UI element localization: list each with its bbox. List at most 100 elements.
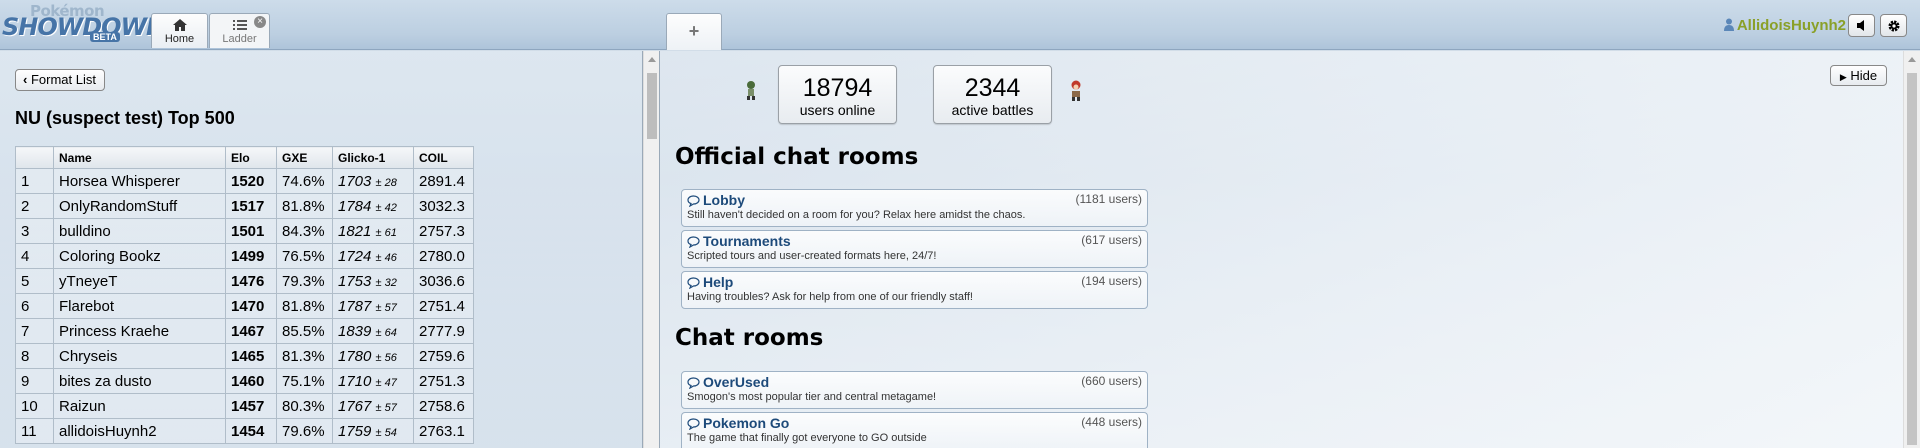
coil-cell: 2757.3 <box>413 218 474 244</box>
room-name: Lobby <box>687 192 1142 208</box>
room-overused[interactable]: OverUsed (660 users) Smogon's most popul… <box>681 371 1148 409</box>
elo-cell: 1501 <box>225 218 277 244</box>
col-glicko: Glicko-1 <box>332 146 414 169</box>
player-name-link[interactable]: Flarebot <box>53 293 226 319</box>
player-name-link[interactable]: allidoisHuynh2 <box>53 418 226 444</box>
scroll-thumb[interactable] <box>1907 73 1917 445</box>
room-name: OverUsed <box>687 374 1142 390</box>
caret-right-icon: ▶ <box>1839 72 1847 82</box>
glicko-cell: 1784 ± 42 <box>332 193 414 219</box>
room-user-count: (660 users) <box>1081 374 1142 388</box>
room-description: Scripted tours and user-created formats … <box>687 250 937 262</box>
chat-bubble-icon <box>687 195 700 208</box>
coil-cell: 2751.4 <box>413 293 474 319</box>
glicko-cell: 1780 ± 56 <box>332 343 414 369</box>
player-name-link[interactable]: bulldino <box>53 218 226 244</box>
room-name-label: Help <box>703 274 734 290</box>
official-rooms-heading: Official chat rooms <box>675 144 919 170</box>
elo-cell: 1476 <box>225 268 277 294</box>
room-name-label: OverUsed <box>703 374 770 390</box>
player-name-link[interactable]: yTneyeT <box>53 268 226 294</box>
player-name-link[interactable]: OnlyRandomStuff <box>53 193 226 219</box>
format-list-button[interactable]: ‹ Format List <box>15 69 105 91</box>
table-row: 9 bites za dusto 1460 75.1% 1710 ± 47 27… <box>15 368 474 394</box>
elo-cell: 1467 <box>225 318 277 344</box>
room-name-label: Lobby <box>703 192 745 208</box>
room-description: Smogon's most popular tier and central m… <box>687 391 937 403</box>
glicko-deviation: ± 57 <box>375 401 397 414</box>
active-battles-stat[interactable]: 2344 active battles <box>933 65 1052 124</box>
player-name-link[interactable]: Chryseis <box>53 343 226 369</box>
sound-button[interactable] <box>1848 14 1875 37</box>
elo-cell: 1457 <box>225 393 277 419</box>
player-name-link[interactable]: Raizun <box>53 393 226 419</box>
coil-cell: 2777.9 <box>413 318 474 344</box>
showdown-logo[interactable]: Pokémon SHOWDOWN BETA <box>2 2 166 46</box>
scroll-up-arrow[interactable] <box>648 57 656 62</box>
gxe-cell: 79.3% <box>276 268 333 294</box>
close-tab-icon[interactable]: × <box>254 16 266 28</box>
gxe-cell: 81.8% <box>276 293 333 319</box>
rank-cell: 9 <box>15 368 54 394</box>
user-icon <box>1723 18 1734 31</box>
gxe-cell: 74.6% <box>276 168 333 194</box>
glicko-value: 1780 <box>338 347 372 365</box>
rank-cell: 7 <box>15 318 54 344</box>
ladder-scrollbar[interactable] <box>643 51 659 448</box>
player-name-link[interactable]: Horsea Whisperer <box>53 168 226 194</box>
glicko-cell: 1767 ± 57 <box>332 393 414 419</box>
gear-icon <box>1888 20 1899 32</box>
player-name-link[interactable]: Princess Kraehe <box>53 318 226 344</box>
users-online-count: 18794 <box>802 74 873 102</box>
glicko-value: 1759 <box>338 422 372 440</box>
main-scrollbar[interactable] <box>1903 51 1920 448</box>
glicko-cell: 1753 ± 32 <box>332 268 414 294</box>
users-online-stat[interactable]: 18794 users online <box>778 65 897 124</box>
username-button[interactable]: AllidoisHuynh2 <box>1723 17 1846 34</box>
tab-home[interactable]: Home <box>151 13 208 48</box>
chevron-left-icon: ‹ <box>23 72 28 87</box>
rank-cell: 1 <box>15 168 54 194</box>
room-name-label: Tournaments <box>703 233 791 249</box>
chat-bubble-icon <box>687 418 700 431</box>
rank-cell: 4 <box>15 243 54 269</box>
room-pokemon-go[interactable]: Pokemon Go (448 users) The game that fin… <box>681 412 1148 448</box>
table-row: 10 Raizun 1457 80.3% 1767 ± 57 2758.6 <box>15 393 474 419</box>
rank-cell: 3 <box>15 218 54 244</box>
scroll-up-arrow[interactable] <box>1908 57 1916 62</box>
player-name-link[interactable]: bites za dusto <box>53 368 226 394</box>
col-elo: Elo <box>225 146 277 169</box>
hide-button[interactable]: ▶ Hide <box>1830 65 1887 86</box>
glicko-cell: 1759 ± 54 <box>332 418 414 444</box>
coil-cell: 2751.3 <box>413 368 474 394</box>
tab-ladder[interactable]: Ladder × <box>209 13 270 48</box>
table-row: 2 OnlyRandomStuff 1517 81.8% 1784 ± 42 3… <box>15 193 474 219</box>
elo-cell: 1499 <box>225 243 277 269</box>
room-user-count: (448 users) <box>1081 415 1142 429</box>
table-row: 8 Chryseis 1465 81.3% 1780 ± 56 2759.6 <box>15 343 474 369</box>
room-help[interactable]: Help (194 users) Having troubles? Ask fo… <box>681 271 1148 309</box>
glicko-value: 1724 <box>338 247 372 265</box>
logo-beta-badge: BETA <box>90 32 120 42</box>
col-gxe: GXE <box>276 146 333 169</box>
chat-rooms-heading: Chat rooms <box>675 325 824 351</box>
new-tab-button[interactable]: + <box>666 13 722 50</box>
room-name: Pokemon Go <box>687 415 1142 431</box>
settings-button[interactable] <box>1880 14 1907 37</box>
glicko-deviation: ± 61 <box>375 226 397 239</box>
glicko-deviation: ± 64 <box>375 326 397 339</box>
room-tournaments[interactable]: Tournaments (617 users) Scripted tours a… <box>681 230 1148 268</box>
room-lobby[interactable]: Lobby (1181 users) Still haven't decided… <box>681 189 1148 227</box>
table-row: 6 Flarebot 1470 81.8% 1787 ± 57 2751.4 <box>15 293 474 319</box>
gxe-cell: 85.5% <box>276 318 333 344</box>
format-list-label: Format List <box>30 72 96 87</box>
gxe-cell: 84.3% <box>276 218 333 244</box>
table-row: 11 allidoisHuynh2 1454 79.6% 1759 ± 54 2… <box>15 418 474 444</box>
room-name: Tournaments <box>687 233 1142 249</box>
gxe-cell: 81.8% <box>276 193 333 219</box>
ladder-header-row: Name Elo GXE Glicko-1 COIL <box>15 146 474 169</box>
player-name-link[interactable]: Coloring Bookz <box>53 243 226 269</box>
glicko-deviation: ± 28 <box>375 176 397 189</box>
scroll-thumb[interactable] <box>647 73 657 139</box>
chat-bubble-icon <box>687 277 700 290</box>
